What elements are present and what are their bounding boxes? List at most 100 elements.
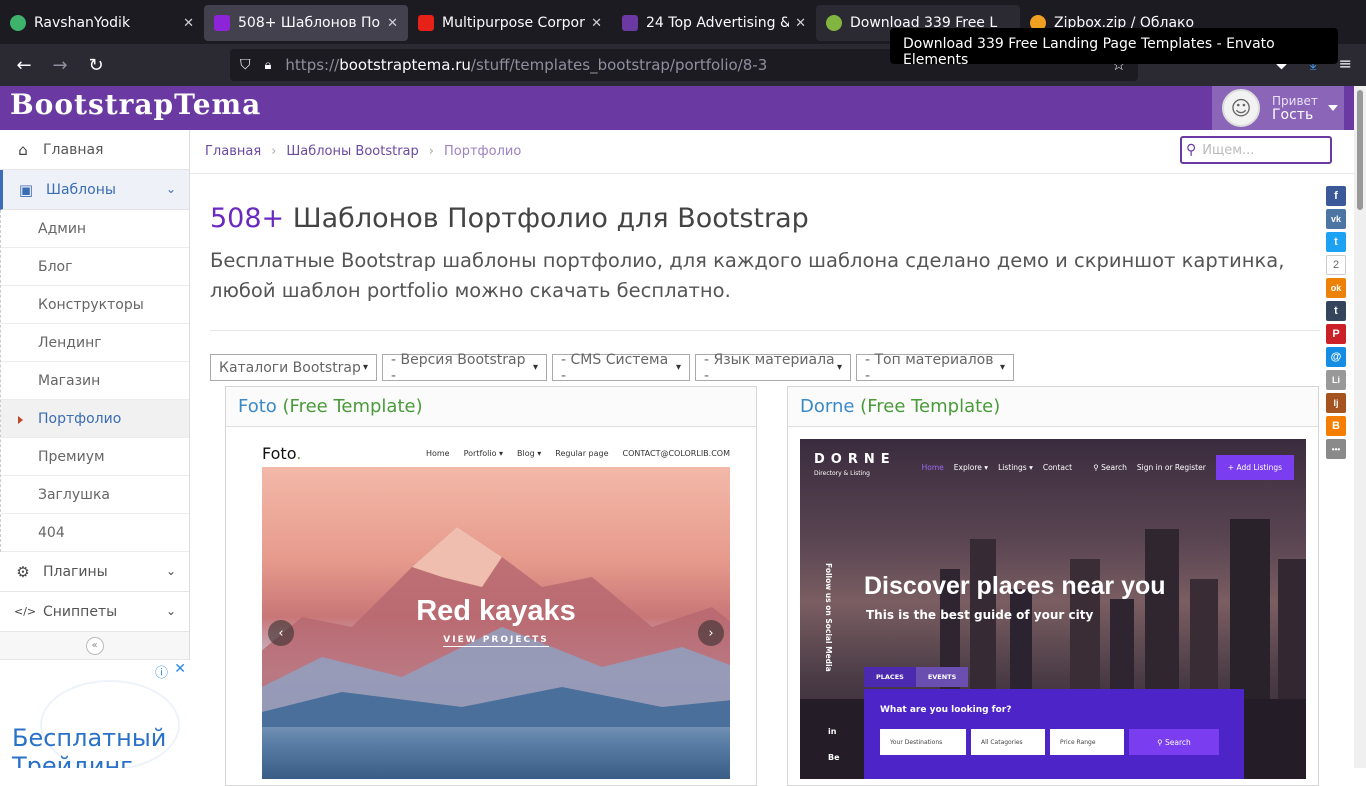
url-text[interactable]: https://bootstraptema.ru/stuff/templates…	[285, 56, 767, 74]
shield-icon[interactable]: ⛉	[240, 57, 251, 73]
tab-tooltip: Download 339 Free Landing Page Templates…	[890, 28, 1338, 68]
sidebar-subitem-404[interactable]: 404	[1, 514, 189, 552]
blogger-icon[interactable]: B	[1326, 416, 1346, 436]
preview-social-be: Be	[828, 753, 840, 762]
browser-tab[interactable]: 24 Top Advertising & M ✕	[612, 5, 816, 41]
tab-favicon	[826, 15, 842, 31]
livejournal-icon[interactable]: lj	[1326, 393, 1346, 413]
preview-logo-text: DORNE	[814, 452, 896, 467]
ad-info-icon[interactable]: ⓘ	[155, 662, 168, 681]
preview-nav-link: CONTACT@COLORLIB.COM	[622, 448, 730, 458]
sidebar-subitem-placeholder[interactable]: Заглушка	[1, 476, 189, 514]
preview-fields: Your Destinations All Catagories Price R…	[880, 729, 1219, 755]
sidebar-item-templates[interactable]: ▣ Шаблоны ⌄	[0, 170, 189, 210]
tab-close-icon[interactable]: ✕	[183, 16, 194, 31]
tab-close-icon[interactable]: ✕	[591, 16, 602, 31]
breadcrumb-section[interactable]: Шаблоны Bootstrap	[286, 144, 418, 159]
search-icon[interactable]: ⚲	[1186, 142, 1196, 158]
ad-text: Бесплатный Трейдинг	[12, 724, 166, 768]
filter-bar: Каталоги Bootstrap ▾ - Версия Bootstrap -…	[210, 352, 1014, 384]
preview-tab: PLACES	[864, 667, 916, 687]
odnoklassniki-icon[interactable]: ok	[1326, 278, 1346, 298]
lock-icon[interactable]: 🔒︎	[265, 58, 272, 73]
collapse-sidebar-icon[interactable]: «	[85, 636, 104, 655]
liveinternet-icon[interactable]: Li	[1326, 370, 1346, 390]
site-logo[interactable]: BootstrapTema	[10, 88, 261, 121]
page-lead: Бесплатные Bootstrap шаблоны портфолио, …	[210, 249, 1285, 302]
language-select[interactable]: - Язык материала - ▾	[695, 352, 851, 384]
sidebar-subitem-landing[interactable]: Лендинг	[1, 324, 189, 362]
facebook-icon[interactable]: f	[1326, 186, 1346, 206]
tab-favicon	[622, 15, 638, 31]
preview-nav-search: ⚲ Search	[1093, 462, 1127, 472]
user-menu[interactable]: ☺ Привет Гость	[1212, 86, 1344, 130]
preview-social-label: Follow us on Social Media	[824, 563, 833, 672]
page-scrollbar[interactable]	[1354, 86, 1366, 768]
template-preview-image[interactable]: DORNE Directory & Listing Home Explore ▾ …	[800, 439, 1306, 779]
card-title-name[interactable]: Dorne	[800, 396, 854, 417]
back-icon[interactable]: ←	[6, 55, 42, 76]
pinterest-icon[interactable]: P	[1326, 324, 1346, 344]
tab-title: 24 Top Advertising & M	[646, 15, 789, 31]
sidebar-subitem-blog[interactable]: Блог	[1, 248, 189, 286]
sidebar-subitem-admin[interactable]: Админ	[1, 210, 189, 248]
chevron-down-icon: ⌄	[165, 604, 176, 618]
vkontakte-icon[interactable]: vk	[1326, 209, 1346, 229]
breadcrumb-current: Портфолио	[443, 144, 522, 159]
twitter-icon[interactable]: t	[1326, 232, 1346, 252]
preview-add-button: + Add Listings	[1215, 454, 1294, 480]
sidebar-item-label: Главная	[43, 141, 104, 158]
preview-field: Price Range	[1050, 729, 1124, 755]
browser-tab[interactable]: Multipurpose Corpora ✕	[408, 5, 612, 41]
mail-icon[interactable]: @	[1326, 347, 1346, 367]
menu-icon[interactable]: ≡	[1339, 54, 1352, 74]
sidebar-item-home[interactable]: ⌂ Главная	[0, 130, 189, 170]
sidebar-item-plugins[interactable]: ⚙ Плагины ⌄	[0, 552, 189, 592]
code-icon: </>	[14, 605, 37, 618]
preview-nav: Foto. Home Portfolio ▾ Blog ▾ Regular pa…	[262, 439, 730, 467]
preview-nav-search-text: Search	[1101, 462, 1127, 472]
scrollbar-thumb[interactable]	[1357, 90, 1363, 210]
template-card-foto: Foto (Free Template) Foto. Home Portfoli…	[225, 386, 757, 786]
browser-tab[interactable]: RavshanYodik ✕	[0, 5, 204, 41]
tumblr-icon[interactable]: t	[1326, 301, 1346, 321]
breadcrumb-separator-icon: ›	[428, 144, 434, 159]
template-preview-image[interactable]: Foto. Home Portfolio ▾ Blog ▾ Regular pa…	[262, 439, 730, 779]
sidebar-item-snippets[interactable]: </> Сниппеты ⌄	[0, 592, 189, 632]
page-title: 508+ Шаблонов Портфолио для Bootstrap	[210, 203, 809, 234]
catalog-select[interactable]: Каталоги Bootstrap ▾	[210, 354, 377, 381]
cms-select[interactable]: - CMS Система - ▾	[552, 352, 690, 384]
browser-tab-active[interactable]: 508+ Шаблонов Порт ✕	[204, 5, 408, 41]
search-input[interactable]	[1202, 142, 1313, 158]
chevron-right-icon: ›	[698, 620, 724, 646]
card-title[interactable]: Dorne (Free Template)	[788, 387, 1318, 427]
chevron-down-icon: ▾	[836, 362, 842, 373]
top-materials-select[interactable]: - Топ материалов - ▾	[856, 352, 1014, 384]
card-title[interactable]: Foto (Free Template)	[226, 387, 756, 427]
chevron-down-icon: ▾	[999, 362, 1005, 373]
ad-close-icon[interactable]: ✕	[174, 661, 186, 677]
sidebar-subitem-shop[interactable]: Магазин	[1, 362, 189, 400]
user-greeting: Привет Гость	[1272, 94, 1318, 122]
preview-hero-sub-text: VIEW PROJECTS	[443, 635, 549, 647]
url-path: /stuff/templates_bootstrap/portfolio/8-3	[470, 56, 768, 74]
card-title-name[interactable]: Foto	[238, 396, 277, 417]
tab-close-icon[interactable]: ✕	[387, 16, 398, 31]
sidebar-subitem-premium[interactable]: Премиум	[1, 438, 189, 476]
forward-icon[interactable]: →	[42, 55, 78, 76]
sidebar-subitem-portfolio[interactable]: Портфолио	[1, 400, 189, 438]
breadcrumb-home[interactable]: Главная	[205, 144, 261, 159]
reload-icon[interactable]: ↻	[78, 55, 114, 76]
preview-hero-title: Red kayaks	[416, 595, 576, 627]
preview-tabs: PLACES EVENTS	[864, 667, 969, 687]
more-icon[interactable]: •••	[1326, 439, 1346, 459]
page-title-count: 508+	[210, 203, 285, 234]
preview-nav-link: Regular page	[555, 448, 609, 458]
template-card-dorne: Dorne (Free Template) DORNE Directory & L…	[787, 386, 1319, 786]
tab-close-icon[interactable]: ✕	[795, 16, 806, 31]
bootstrap-version-select[interactable]: - Версия Bootstrap - ▾	[382, 352, 547, 384]
search-box[interactable]: ⚲	[1180, 136, 1332, 164]
ad-line-1: Бесплатный	[12, 724, 167, 752]
ad-banner[interactable]: ⓘ ✕ Бесплатный Трейдинг	[0, 660, 190, 768]
sidebar-subitem-builders[interactable]: Конструкторы	[1, 286, 189, 324]
